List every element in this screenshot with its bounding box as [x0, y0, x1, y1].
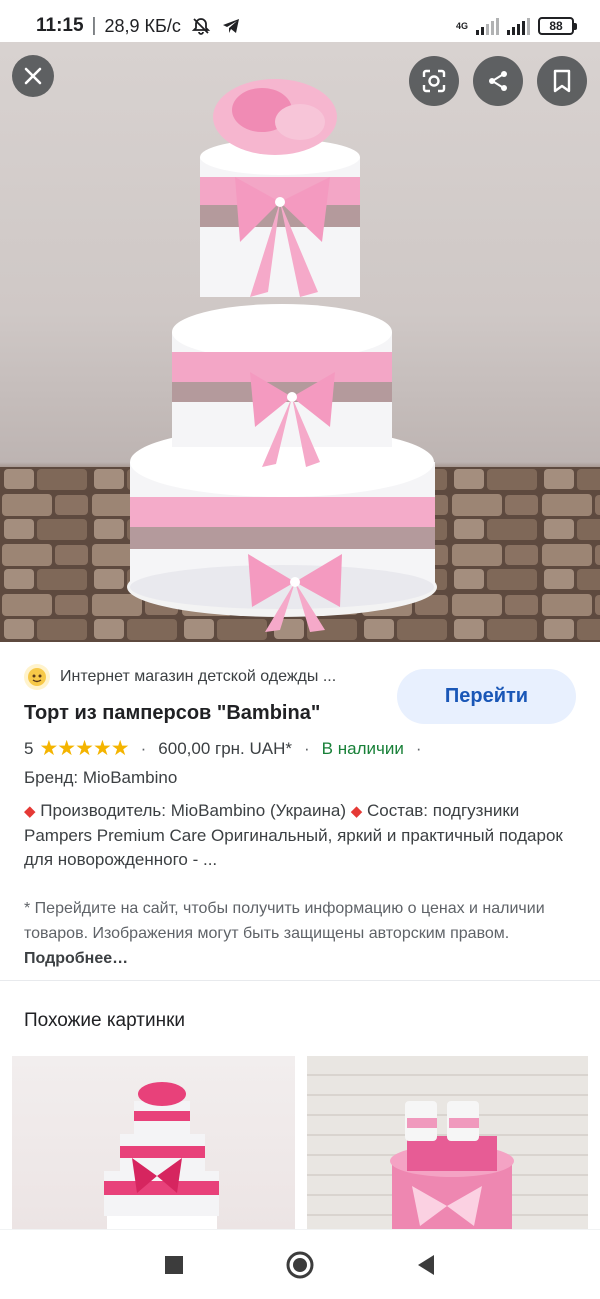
- battery-icon: 88: [538, 17, 577, 35]
- source-logo-icon: [24, 664, 50, 690]
- share-icon: [489, 71, 507, 91]
- description-part1: Производитель: MioBambino (Украина): [35, 801, 351, 820]
- recents-button[interactable]: [154, 1245, 194, 1285]
- gem-icon: ◆: [350, 803, 363, 820]
- lens-icon: [422, 69, 446, 93]
- close-icon: [24, 67, 42, 85]
- gem-icon: ◆: [24, 803, 36, 820]
- meta-separator: ·: [415, 738, 422, 758]
- visit-button[interactable]: Перейти: [397, 669, 576, 724]
- similar-images-title: Похожие картинки: [24, 1010, 185, 1031]
- notice-text: * Перейдите на сайт, чтобы получить инфо…: [24, 900, 545, 942]
- save-button[interactable]: [537, 56, 587, 106]
- back-icon: [418, 1254, 434, 1275]
- rating-stars-icon: ★★★★★: [39, 737, 129, 760]
- divider: [0, 980, 600, 981]
- status-time: 11:15: [36, 15, 84, 36]
- share-button[interactable]: [473, 56, 523, 106]
- rating-value: 5: [24, 738, 34, 758]
- home-button[interactable]: [280, 1245, 320, 1285]
- price: 600,00 грн. UAH*: [158, 738, 292, 758]
- signal-icon: [476, 17, 499, 35]
- result-image[interactable]: Сундучок: [0, 42, 600, 642]
- description: ◆ Производитель: MioBambino (Украина) ◆ …: [24, 799, 576, 872]
- telegram-icon: [221, 16, 241, 36]
- source-row[interactable]: Интернет магазин детской одежды ...: [24, 664, 384, 690]
- similar-image-1[interactable]: [12, 1056, 295, 1232]
- similar-image-2-picture: [390, 1101, 514, 1232]
- battery-level: 88: [549, 19, 563, 33]
- system-nav-bar: [0, 1229, 600, 1299]
- result-title[interactable]: Торт из памперсов "Bambina": [24, 702, 320, 725]
- bookmark-icon: [553, 69, 571, 93]
- lens-button[interactable]: [409, 56, 459, 106]
- network-type: 4G: [455, 20, 468, 31]
- close-button[interactable]: [12, 55, 54, 97]
- home-icon: [286, 1251, 314, 1278]
- copyright-notice: * Перейдите на сайт, чтобы получить инфо…: [24, 896, 580, 971]
- status-left: 11:15 | 28,9 КБ/с: [36, 15, 241, 37]
- brand: Бренд: MioBambino: [24, 768, 178, 787]
- status-right: 4G 88: [455, 17, 577, 35]
- status-speed: 28,9 КБ/с: [104, 15, 181, 36]
- image-watermark: Сундучок: [248, 326, 347, 352]
- recents-icon: [165, 1255, 183, 1274]
- back-button[interactable]: [406, 1245, 446, 1285]
- meta-separator: ·: [140, 738, 147, 758]
- signal-icon-2: [507, 17, 530, 35]
- status-separator: |: [91, 15, 97, 36]
- similar-image-1-picture: [104, 1082, 219, 1232]
- mute-icon: [191, 16, 211, 36]
- more-link[interactable]: Подробнее…: [24, 950, 128, 967]
- availability: В наличии: [321, 738, 404, 758]
- similar-image-2[interactable]: [307, 1056, 588, 1232]
- meta-row: 5 ★★★★★ · 600,00 грн. UAH* · В наличии ·: [24, 736, 434, 761]
- source-name: Интернет магазин детской одежды ...: [60, 668, 337, 685]
- meta-separator: ·: [304, 738, 310, 758]
